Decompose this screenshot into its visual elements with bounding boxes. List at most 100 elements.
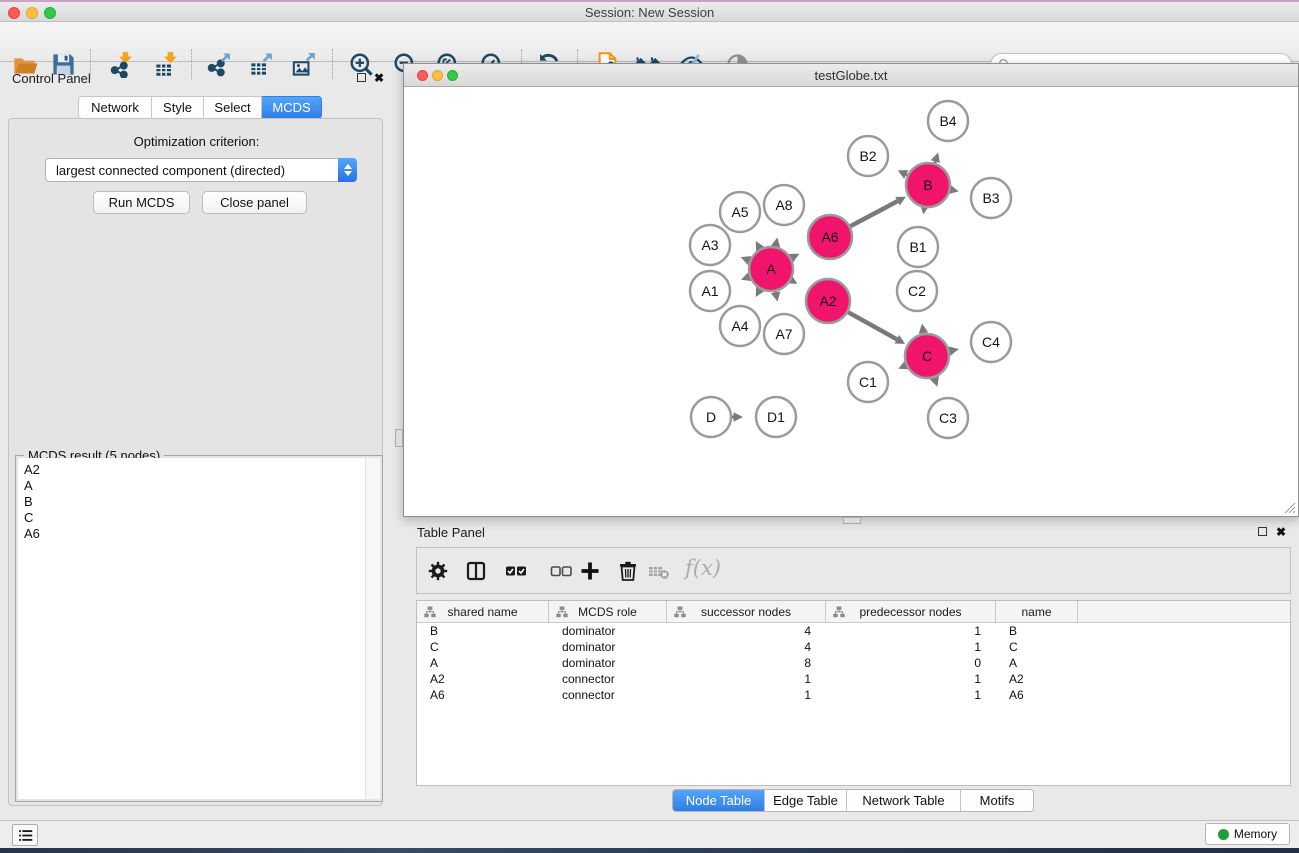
- memory-button[interactable]: Memory: [1205, 823, 1290, 845]
- task-history-button[interactable]: [12, 824, 38, 846]
- graph-node-C1[interactable]: C1: [848, 362, 888, 402]
- function-builder-button[interactable]: f(x): [685, 556, 721, 580]
- graph-node-A5[interactable]: A5: [720, 192, 760, 232]
- application-window: Session: New Session: [0, 0, 1299, 853]
- select-all-columns-button[interactable]: [503, 558, 529, 584]
- graph-edge-A2-C: [848, 312, 897, 339]
- graph-node-A[interactable]: A: [749, 247, 793, 291]
- table-cell: 8: [667, 655, 826, 671]
- import-network-button[interactable]: [107, 50, 135, 78]
- trash-icon: [616, 559, 640, 583]
- deselect-all-columns-button[interactable]: [548, 558, 574, 584]
- graph-node-C4[interactable]: C4: [971, 322, 1011, 362]
- table-panel-title: Table Panel: [417, 525, 485, 540]
- table-panel-close-button[interactable]: ✖: [1276, 527, 1286, 538]
- optimization-criterion-dropdown[interactable]: largest connected component (directed): [45, 158, 357, 182]
- graph-node-A6[interactable]: A6: [808, 215, 852, 259]
- delete-table-button[interactable]: [646, 558, 672, 584]
- mcds-result-item[interactable]: B: [18, 494, 365, 510]
- graph-node-C2[interactable]: C2: [897, 271, 937, 311]
- graph-node-A4[interactable]: A4: [720, 306, 760, 346]
- table-cell: 0: [826, 655, 996, 671]
- hierarchy-icon: [424, 606, 436, 618]
- table-row[interactable]: A6connector11A6: [417, 687, 1290, 703]
- column-header-shared-name[interactable]: shared name: [417, 601, 549, 623]
- table-cell: A6: [417, 687, 549, 703]
- tab-edge-table[interactable]: Edge Table: [765, 790, 847, 811]
- tab-motifs[interactable]: Motifs: [961, 790, 1033, 811]
- close-panel-button[interactable]: Close panel: [202, 191, 307, 214]
- table-row[interactable]: Cdominator41C: [417, 639, 1290, 655]
- node-table: shared nameMCDS rolesuccessor nodesprede…: [416, 600, 1291, 786]
- table-settings-button[interactable]: [425, 558, 451, 584]
- delete-column-button[interactable]: [615, 558, 641, 584]
- export-network-button[interactable]: [204, 50, 232, 78]
- graph-node-D1[interactable]: D1: [756, 397, 796, 437]
- horizontal-splitter-handle[interactable]: [843, 517, 861, 524]
- graph-node-A7[interactable]: A7: [764, 314, 804, 354]
- graph-node-B[interactable]: B: [906, 163, 950, 207]
- column-header-name[interactable]: name: [996, 601, 1078, 623]
- svg-text:B3: B3: [982, 190, 999, 206]
- graph-node-A2[interactable]: A2: [806, 279, 850, 323]
- svg-text:A4: A4: [731, 318, 748, 334]
- svg-text:C2: C2: [908, 283, 926, 299]
- svg-text:B: B: [923, 177, 932, 193]
- graph-node-C[interactable]: C: [905, 334, 949, 378]
- graph-node-B3[interactable]: B3: [971, 178, 1011, 218]
- table-panel-float-button[interactable]: [1258, 527, 1267, 536]
- window-resize-grip[interactable]: [1283, 501, 1296, 514]
- control-panel-float-button[interactable]: [357, 73, 366, 82]
- table-row[interactable]: A2connector11A2: [417, 671, 1290, 687]
- tab-node-table[interactable]: Node Table: [673, 790, 765, 811]
- table-cell: 1: [826, 671, 996, 687]
- list-icon: [17, 827, 34, 844]
- table-cell: 4: [667, 623, 826, 639]
- export-image-button[interactable]: [290, 50, 318, 78]
- svg-text:A6: A6: [821, 229, 838, 245]
- tab-network[interactable]: Network: [78, 96, 152, 119]
- mcds-result-item[interactable]: A: [18, 478, 365, 494]
- network-canvas[interactable]: B4 B2 B B3 A5A8 A6 A3 A A1 B1 C2 A4 A7A2 C4 C C1 C3 D D1: [404, 87, 1298, 516]
- graph-node-A8[interactable]: A8: [764, 185, 804, 225]
- tab-select[interactable]: Select: [204, 96, 262, 119]
- table-cell: 4: [667, 639, 826, 655]
- table-cell: 1: [667, 671, 826, 687]
- graph-node-B4[interactable]: B4: [928, 101, 968, 141]
- graph-node-C3[interactable]: C3: [928, 398, 968, 438]
- table-row[interactable]: Bdominator41B: [417, 623, 1290, 639]
- table-row[interactable]: Adominator80A: [417, 655, 1290, 671]
- graph-node-D[interactable]: D: [691, 397, 731, 437]
- run-mcds-button[interactable]: Run MCDS: [93, 191, 190, 214]
- svg-text:C3: C3: [939, 410, 957, 426]
- export-table-button[interactable]: [247, 50, 275, 78]
- mcds-result-item[interactable]: A2: [18, 462, 365, 478]
- vertical-splitter-handle[interactable]: [395, 429, 403, 447]
- export-table-icon: [248, 51, 275, 78]
- table-toolbar: f(x): [416, 547, 1291, 594]
- plus-icon: [578, 559, 602, 583]
- column-header-MCDS-role[interactable]: MCDS role: [549, 601, 667, 623]
- split-columns-button[interactable]: [463, 558, 489, 584]
- mcds-result-item[interactable]: A6: [18, 526, 365, 542]
- add-column-button[interactable]: [577, 558, 603, 584]
- import-network-icon: [108, 51, 135, 78]
- hierarchy-icon: [833, 606, 845, 618]
- tab-network-table[interactable]: Network Table: [847, 790, 961, 811]
- svg-text:D1: D1: [767, 409, 785, 425]
- table-cell: A2: [996, 671, 1078, 687]
- graph-node-B2[interactable]: B2: [848, 136, 888, 176]
- svg-text:A3: A3: [701, 237, 718, 253]
- column-header-predecessor-nodes[interactable]: predecessor nodes: [826, 601, 996, 623]
- graph-node-A1[interactable]: A1: [690, 271, 730, 311]
- import-table-button[interactable]: [152, 50, 180, 78]
- mcds-result-item[interactable]: C: [18, 510, 365, 526]
- tab-mcds[interactable]: MCDS: [262, 96, 322, 119]
- graph-node-A3[interactable]: A3: [690, 225, 730, 265]
- column-header-successor-nodes[interactable]: successor nodes: [667, 601, 826, 623]
- mcds-result-scrollbar[interactable]: [366, 458, 380, 799]
- control-panel-close-button[interactable]: ✖: [374, 73, 384, 84]
- graph-node-B1[interactable]: B1: [898, 227, 938, 267]
- table-cell: dominator: [549, 639, 667, 655]
- tab-style[interactable]: Style: [152, 96, 204, 119]
